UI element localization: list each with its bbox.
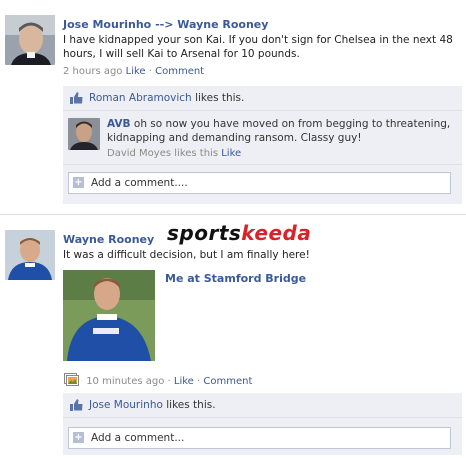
post-header: Wayne Rooney [63, 233, 183, 247]
post-timestamp: 2 hours ago [63, 66, 123, 77]
comment-likes-text: David Moyes likes this [107, 148, 219, 159]
feedback-panel: Roman Abramovich likes this. AVB oh so n… [63, 86, 462, 204]
logo-part-keeda: keeda [241, 221, 312, 245]
photo-album-icon [64, 373, 79, 389]
thumbs-up-icon [70, 92, 83, 107]
likes-text: Roman Abramovich likes this. [89, 92, 244, 104]
logo-part-sports: sports [167, 221, 242, 245]
likes-row: Jose Mourinho likes this. [63, 393, 462, 418]
comment-link[interactable]: Comment [155, 66, 204, 77]
post-body: I have kidnapped your son Kai. If you do… [63, 34, 453, 60]
post-author[interactable]: Wayne Rooney [63, 233, 154, 246]
likes-suffix: likes this. [195, 92, 245, 104]
avatar-mourinho[interactable] [5, 15, 55, 65]
add-comment-placeholder: Add a comment... [91, 432, 185, 444]
comment-avb: AVB oh so now you have moved on from beg… [63, 111, 462, 165]
like-link[interactable]: Like [126, 66, 146, 77]
thumbs-up-icon [70, 399, 83, 414]
photo-caption[interactable]: Me at Stamford Bridge [165, 272, 306, 285]
avatar-rooney[interactable] [5, 230, 55, 280]
plus-icon: + [73, 177, 84, 188]
add-comment-input[interactable]: + Add a comment.... [68, 172, 451, 194]
add-comment-placeholder: Add a comment.... [91, 177, 188, 189]
attached-photo[interactable] [63, 270, 155, 361]
comment-text: oh so now you have moved on from begging… [107, 118, 451, 144]
feedback-panel: Jose Mourinho likes this. + Add a commen… [63, 393, 462, 455]
post-divider [0, 214, 466, 215]
post-body: It was a difficult decision, but I am fi… [63, 249, 310, 261]
plus-icon: + [73, 432, 84, 443]
post-meta: 2 hours ago Like · Comment [63, 66, 204, 77]
post-author[interactable]: Jose Mourinho --> Wayne Rooney [63, 18, 268, 31]
likes-suffix: likes this. [166, 399, 216, 411]
sportskeeda-logo: sportskeeda [167, 221, 311, 245]
comment-body: AVB oh so now you have moved on from beg… [107, 117, 457, 145]
avatar-avb[interactable] [68, 118, 100, 150]
comment-link[interactable]: Comment [203, 376, 252, 387]
liker-name[interactable]: Roman Abramovich [89, 92, 192, 104]
add-comment-input[interactable]: + Add a comment... [68, 427, 451, 449]
comment-like-link[interactable]: Like [221, 148, 241, 159]
comment-meta: David Moyes likes this Like [107, 148, 241, 159]
comment-author[interactable]: AVB [107, 118, 131, 130]
post-header: Jose Mourinho --> Wayne Rooney [63, 18, 463, 32]
post-meta: 10 minutes ago · Like · Comment [64, 373, 252, 389]
likes-text: Jose Mourinho likes this. [89, 399, 216, 411]
likes-row: Roman Abramovich likes this. [63, 86, 462, 111]
like-link[interactable]: Like [174, 376, 194, 387]
liker-name[interactable]: Jose Mourinho [89, 399, 163, 411]
post-timestamp: 10 minutes ago [86, 376, 165, 387]
